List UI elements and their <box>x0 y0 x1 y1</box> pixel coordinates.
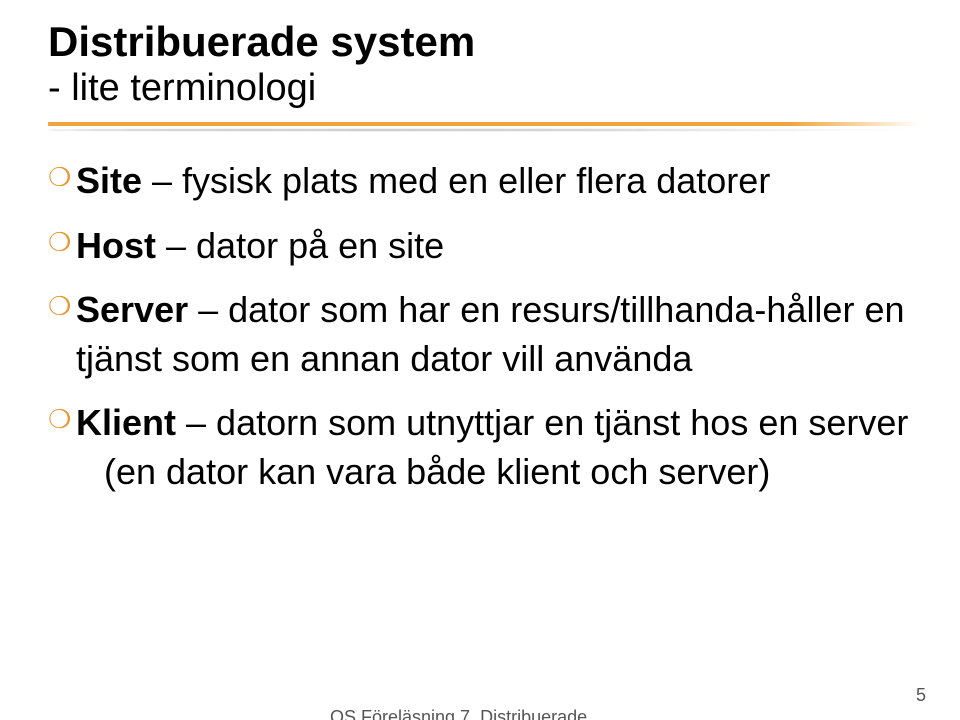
term: Klient <box>76 402 176 443</box>
list-item: ❍ Server – dator som har en resurs/tillh… <box>48 286 920 383</box>
moon-bullet-icon: ❍ <box>48 286 76 383</box>
bullet-text: Site – fysisk plats med en eller flera d… <box>76 157 920 206</box>
list-item: ❍ Host – dator på en site <box>48 222 920 271</box>
bullet-text: Server – dator som har en resurs/tillhan… <box>76 286 920 383</box>
slide-subtitle: - lite terminologi <box>48 68 920 110</box>
divider <box>48 122 920 131</box>
slide-title: Distribuerade system <box>48 18 920 66</box>
bullet-text: Host – dator på en site <box>76 222 920 271</box>
slide: Distribuerade system - lite terminologi … <box>0 0 960 720</box>
definition: – dator som har en resurs/tillhanda-håll… <box>76 289 905 379</box>
definition: – fysisk plats med en eller flera datore… <box>142 160 770 201</box>
parenthetical: (en dator kan vara både klient och serve… <box>104 448 920 497</box>
definition: – dator på en site <box>156 225 444 266</box>
term: Host <box>76 225 156 266</box>
list-item: ❍ Klient – datorn som utnyttjar en tjäns… <box>48 399 920 496</box>
footer-center: OS Föreläsning 7, Distribuerade system <box>330 706 630 720</box>
moon-bullet-icon: ❍ <box>48 222 76 271</box>
divider-shadow <box>48 129 920 131</box>
bullet-text: Klient – datorn som utnyttjar en tjänst … <box>76 399 920 496</box>
moon-bullet-icon: ❍ <box>48 157 76 206</box>
term: Site <box>76 160 142 201</box>
definition: – datorn som utnyttjar en tjänst hos en … <box>176 402 908 443</box>
divider-line <box>48 122 920 126</box>
list-item: ❍ Site – fysisk plats med en eller flera… <box>48 157 920 206</box>
footer-line-1: OS Föreläsning 7, Distribuerade <box>330 706 630 720</box>
moon-bullet-icon: ❍ <box>48 399 76 496</box>
bullet-list: ❍ Site – fysisk plats med en eller flera… <box>48 157 920 497</box>
page-number: 5 <box>916 685 926 706</box>
term: Server <box>76 289 188 330</box>
